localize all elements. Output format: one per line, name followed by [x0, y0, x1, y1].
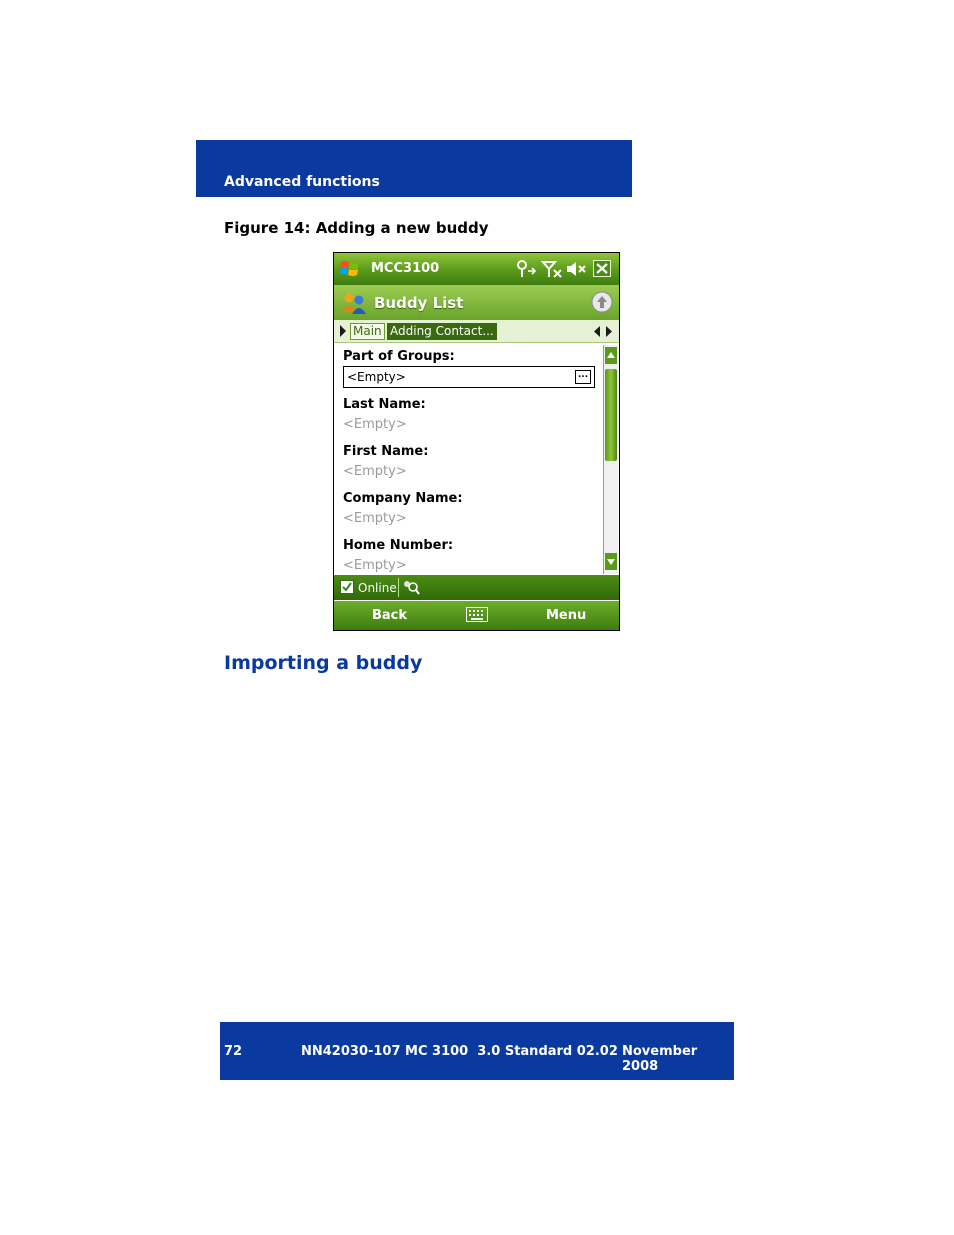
groups-value: <Empty>	[347, 370, 406, 384]
scrollbar[interactable]	[603, 345, 618, 574]
scroll-up-button[interactable]	[605, 347, 617, 364]
status-bar: Online	[334, 575, 619, 600]
field-label-home-number: Home Number:	[343, 538, 454, 553]
signal-off-icon[interactable]	[541, 259, 563, 279]
contact-form: Part of Groups: <Empty> ... Last Name: <…	[334, 343, 602, 573]
publication-date: November 2008	[622, 1044, 698, 1074]
keyboard-icon[interactable]	[466, 607, 488, 622]
phone-screenshot: MCC3100 Buddy List Main Adding Contact..…	[333, 252, 620, 631]
status-divider	[398, 578, 399, 597]
tab-bar: Main Adding Contact...	[334, 320, 619, 343]
field-label-part-of-groups: Part of Groups:	[343, 349, 455, 364]
menu-softkey[interactable]: Menu	[546, 608, 586, 623]
ellipsis-button[interactable]: ...	[575, 370, 591, 384]
field-label-last-name: Last Name:	[343, 397, 426, 412]
tab-adding-contact[interactable]: Adding Contact...	[387, 323, 497, 340]
close-icon	[596, 263, 608, 274]
scroll-thumb[interactable]	[605, 369, 617, 461]
figure-caption: Figure 14: Adding a new buddy	[224, 219, 489, 237]
app-title: Buddy List	[374, 294, 464, 312]
title-bar: MCC3100	[334, 253, 619, 285]
home-number-input[interactable]: <Empty>	[343, 558, 407, 573]
section-heading: Importing a buddy	[224, 652, 423, 674]
triangle-down-icon	[607, 559, 615, 565]
buddy-list-icon	[342, 293, 366, 314]
windows-logo-icon[interactable]	[339, 259, 361, 279]
app-header: Buddy List	[334, 285, 619, 320]
volume-muted-icon[interactable]	[565, 259, 587, 279]
header-bar: Advanced functions	[196, 140, 632, 197]
document-id: NN42030-107 MC 3100 3.0 Standard 02.02	[301, 1044, 618, 1059]
field-label-company-name: Company Name:	[343, 491, 463, 506]
tab-main[interactable]: Main	[350, 323, 385, 340]
presence-status[interactable]: Online	[358, 581, 397, 595]
tab-indicator-icon	[340, 325, 346, 337]
footer-bar: 72 NN42030-107 MC 3100 3.0 Standard 02.0…	[220, 1022, 734, 1080]
connectivity-icon[interactable]	[515, 259, 537, 279]
tab-scroll-arrows-icon[interactable]	[594, 326, 612, 337]
window-title: MCC3100	[371, 261, 440, 276]
arrow-up-circle-icon[interactable]	[591, 291, 613, 313]
first-name-input[interactable]: <Empty>	[343, 464, 407, 479]
search-contacts-icon[interactable]	[402, 579, 420, 595]
softkey-bar: Back Menu	[334, 601, 619, 630]
groups-select[interactable]: <Empty> ...	[343, 366, 595, 388]
presence-online-icon[interactable]	[340, 580, 354, 594]
company-name-input[interactable]: <Empty>	[343, 511, 407, 526]
scroll-down-button[interactable]	[605, 553, 617, 570]
back-softkey[interactable]: Back	[372, 608, 407, 623]
field-label-first-name: First Name:	[343, 444, 429, 459]
triangle-up-icon	[607, 352, 615, 358]
close-button[interactable]	[593, 260, 611, 277]
header-section-title: Advanced functions	[224, 174, 380, 190]
last-name-input[interactable]: <Empty>	[343, 417, 407, 432]
page-number: 72	[224, 1044, 243, 1059]
